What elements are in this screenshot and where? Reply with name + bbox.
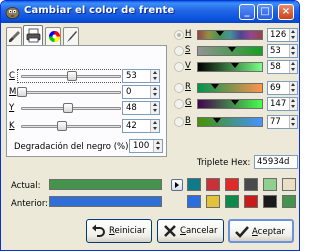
- cmyk-spin-y[interactable]: 48: [122, 101, 160, 115]
- gradient-s[interactable]: [197, 46, 263, 56]
- history-color-swatch[interactable]: [225, 178, 239, 191]
- scale-row-r: R 69: [171, 80, 299, 96]
- history-color-swatch[interactable]: [244, 178, 258, 191]
- radio-v[interactable]: [174, 62, 184, 72]
- tab-watercolor[interactable]: [63, 27, 79, 45]
- spin-g[interactable]: 147: [267, 97, 298, 111]
- cmyk-letter: K: [9, 121, 15, 131]
- scale-marker[interactable]: [213, 118, 222, 123]
- history-color-swatch[interactable]: [187, 178, 201, 191]
- printer-icon: [26, 28, 41, 43]
- gradient-b[interactable]: [197, 117, 263, 127]
- reset-label: Reiniciar: [109, 226, 146, 236]
- gcr-label: Degradación del negro (%):: [14, 142, 132, 152]
- cmyk-slider[interactable]: [17, 120, 122, 132]
- spin-h[interactable]: 126: [267, 28, 298, 42]
- tab-color-wheel[interactable]: [45, 27, 61, 45]
- slider-thumb[interactable]: [62, 103, 73, 113]
- history-color-swatch[interactable]: [263, 178, 277, 191]
- checkmark-icon: [235, 226, 249, 238]
- tab-cmyk[interactable]: [23, 25, 43, 46]
- cmyk-letter: C: [9, 71, 15, 81]
- hex-label: Triplete Hex:: [197, 158, 251, 168]
- gradient-g[interactable]: [197, 99, 263, 109]
- scale-row-v: V 58: [171, 59, 299, 75]
- accept-label: Aceptar: [252, 227, 286, 237]
- cmyk-row-y: Y 48: [7, 101, 167, 115]
- gcr-spin[interactable]: 100: [129, 139, 163, 153]
- scale-marker[interactable]: [211, 84, 220, 89]
- history-color-swatch[interactable]: [225, 195, 239, 208]
- window-title: Cambiar el color de frente: [24, 5, 175, 16]
- spin-r[interactable]: 69: [267, 81, 298, 95]
- cmyk-slider[interactable]: [17, 102, 122, 114]
- gradient-r[interactable]: [197, 83, 263, 93]
- spin-b[interactable]: 77: [267, 115, 298, 129]
- slider-thumb[interactable]: [17, 87, 27, 97]
- radio-r[interactable]: [174, 83, 184, 93]
- current-color-swatch: [49, 179, 162, 190]
- radio-s[interactable]: [174, 46, 184, 56]
- cmyk-spin-k[interactable]: 42: [122, 119, 160, 133]
- history-color-swatch[interactable]: [282, 195, 296, 208]
- gimp-app-icon: [5, 7, 20, 19]
- current-label: Actual:: [11, 181, 41, 191]
- brush-pen-icon: [67, 31, 77, 42]
- gradient-v[interactable]: [197, 62, 263, 72]
- cmyk-spin-c[interactable]: 53: [122, 69, 160, 83]
- accept-label-rest: ceptar: [257, 227, 286, 237]
- cancel-label-rest: ancelar: [185, 226, 218, 236]
- cmyk-slider[interactable]: [17, 86, 122, 98]
- previous-label: Anterior:: [11, 199, 49, 209]
- scale-marker[interactable]: [231, 100, 240, 105]
- add-to-history-button[interactable]: [171, 179, 183, 191]
- spin-v[interactable]: 58: [267, 60, 298, 74]
- undo-icon: [92, 224, 105, 237]
- radio-g[interactable]: [174, 99, 184, 109]
- title-bar[interactable]: Cambiar el color de frente _ □ ×: [1, 1, 299, 23]
- tab-gimp-selector[interactable]: [6, 27, 22, 45]
- radio-b[interactable]: [174, 117, 184, 127]
- scale-row-b: B 77: [171, 114, 299, 130]
- reset-label-rest: einiciar: [114, 226, 146, 236]
- hex-input[interactable]: 45934d: [254, 155, 298, 169]
- scale-marker[interactable]: [231, 63, 240, 68]
- cmyk-panel: C 53 M 0 Y 48 K 42 Degradación del negro…: [6, 45, 167, 157]
- reset-button[interactable]: Reiniciar: [86, 219, 152, 243]
- scale-marker[interactable]: [216, 31, 225, 36]
- slider-thumb[interactable]: [56, 121, 67, 131]
- cmyk-slider[interactable]: [17, 70, 122, 82]
- history-color-swatch[interactable]: [187, 195, 201, 208]
- spin-s[interactable]: 53: [267, 44, 298, 58]
- close-button[interactable]: ×: [278, 4, 294, 20]
- gradient-h[interactable]: [197, 30, 263, 40]
- scale-row-g: G 147: [171, 96, 299, 112]
- accept-button[interactable]: Aceptar: [228, 219, 294, 243]
- cancel-button[interactable]: Cancelar: [157, 219, 224, 243]
- previous-color-swatch: [49, 196, 162, 207]
- cmyk-row-c: C 53: [7, 69, 167, 83]
- cmyk-letter: M: [9, 87, 17, 97]
- color-dialog-window: Cambiar el color de frente _ □ × C 53 M …: [0, 0, 300, 251]
- scale-row-h: H 126: [171, 27, 299, 43]
- cmyk-spin-m[interactable]: 0: [122, 85, 160, 99]
- slider-thumb[interactable]: [67, 71, 78, 81]
- history-color-swatch[interactable]: [244, 195, 258, 208]
- cmyk-row-m: M 0: [7, 85, 167, 99]
- history-color-swatch[interactable]: [206, 195, 220, 208]
- cancel-label: Cancelar: [180, 226, 218, 236]
- radio-h[interactable]: [174, 30, 184, 40]
- cancel-icon: [164, 225, 176, 237]
- history-color-swatch[interactable]: [206, 178, 220, 191]
- minimize-button[interactable]: _: [239, 4, 255, 20]
- history-color-swatch[interactable]: [282, 178, 296, 191]
- scale-row-s: S 53: [171, 43, 299, 59]
- color-wheel-icon: [49, 31, 60, 42]
- maximize-button[interactable]: □: [257, 4, 273, 20]
- history-color-swatch[interactable]: [263, 195, 277, 208]
- paintbrush-icon: [9, 31, 20, 42]
- cmyk-letter: Y: [9, 103, 15, 113]
- cmyk-row-k: K 42: [7, 119, 167, 133]
- scale-marker[interactable]: [227, 47, 236, 52]
